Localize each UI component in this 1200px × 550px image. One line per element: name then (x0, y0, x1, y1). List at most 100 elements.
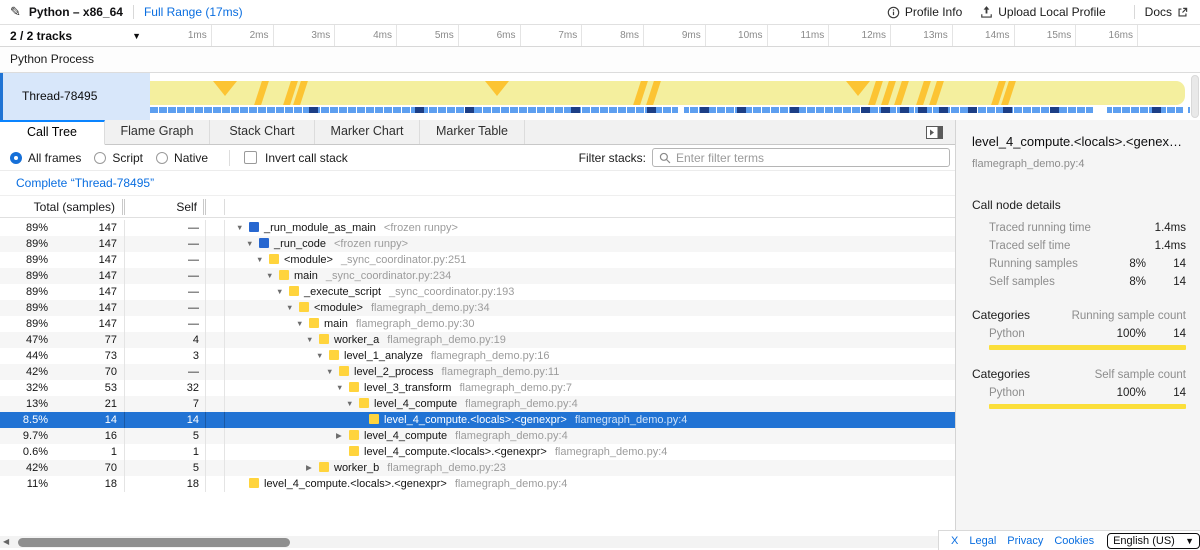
expander-icon[interactable]: ▶ (336, 428, 349, 444)
sidebar-toggle-button[interactable] (913, 120, 955, 144)
function-name: level_4_compute.<locals>.<genexpr> (384, 414, 567, 426)
table-row[interactable]: 89%147—▼<module>_sync_coordinator.py:251 (0, 252, 955, 268)
expander-icon[interactable]: ▼ (296, 316, 309, 332)
expander-icon[interactable]: ▼ (236, 220, 249, 236)
expander-icon[interactable]: ▶ (306, 460, 319, 476)
table-row[interactable]: 47%774▼worker_aflamegraph_demo.py:19 (0, 332, 955, 348)
table-row[interactable]: 8.5%1414level_4_compute.<locals>.<genexp… (0, 412, 955, 428)
sample-strip-dark-segment (1152, 107, 1161, 113)
table-row[interactable]: 42%705▶worker_bflamegraph_demo.py:23 (0, 460, 955, 476)
tracks-dropdown[interactable]: 2 / 2 tracks ▼ (0, 25, 150, 46)
detail-value: 14 (1146, 276, 1186, 288)
tab-bar-spacer (525, 120, 913, 144)
info-icon (887, 6, 900, 19)
expander-icon[interactable]: ▼ (266, 268, 279, 284)
process-track-row[interactable]: Python Process (0, 47, 1200, 73)
table-row[interactable]: 89%147—▼_execute_script_sync_coordinator… (0, 284, 955, 300)
expander-icon[interactable]: ▼ (336, 380, 349, 396)
cell-total-samples: 147 (48, 300, 125, 316)
sample-strip[interactable] (150, 107, 1190, 113)
sidebar-categories: CategoriesRunning sample countPython100%… (972, 308, 1186, 409)
footer-link-cookies[interactable]: Cookies (1054, 535, 1094, 547)
upload-profile-button[interactable]: Upload Local Profile (980, 5, 1105, 19)
python-frame-icon (309, 318, 319, 328)
column-header-self[interactable]: Self (125, 199, 206, 215)
table-row[interactable]: 11%1818level_4_compute.<locals>.<genexpr… (0, 476, 955, 492)
radio-option-all-frames[interactable]: All frames (10, 151, 81, 165)
cell-total-samples: 147 (48, 284, 125, 300)
footer-link-privacy[interactable]: Privacy (1007, 535, 1043, 547)
table-row[interactable]: 0.6%11level_4_compute.<locals>.<genexpr>… (0, 444, 955, 460)
scroll-left-arrow-icon[interactable]: ◀ (3, 536, 9, 548)
tab-call-tree[interactable]: Call Tree (0, 120, 105, 145)
column-header-total[interactable]: Total (samples) (0, 199, 125, 215)
table-row[interactable]: 89%147—▼_run_module_as_main<frozen runpy… (0, 220, 955, 236)
expander-icon[interactable]: ▼ (276, 284, 289, 300)
function-name: _execute_script (304, 286, 381, 298)
filter-search-input[interactable] (676, 151, 943, 165)
cell-self-samples: — (125, 284, 206, 300)
invert-call-stack-checkbox[interactable]: Invert call stack (244, 151, 348, 165)
cell-total-samples: 16 (48, 428, 125, 444)
cell-spacer (206, 364, 225, 380)
cell-total-samples: 1 (48, 444, 125, 460)
table-row[interactable]: 89%147—▼<module>flamegraph_demo.py:34 (0, 300, 955, 316)
cell-self-samples: — (125, 300, 206, 316)
tab-marker-table[interactable]: Marker Table (420, 120, 525, 144)
footer-bar: X Legal Privacy Cookies English (US) ▼ (938, 530, 1200, 550)
ruler-tick: 11ms (768, 25, 830, 46)
categories-label: Categories (972, 367, 1030, 381)
table-row[interactable]: 9.7%165▶level_4_computeflamegraph_demo.p… (0, 428, 955, 444)
process-label: Python Process (10, 52, 94, 66)
table-row[interactable]: 32%5332▼level_3_transformflamegraph_demo… (0, 380, 955, 396)
python-frame-icon (369, 414, 379, 424)
python-frame-icon (299, 302, 309, 312)
radio-option-native[interactable]: Native (156, 151, 208, 165)
table-row[interactable]: 44%733▼level_1_analyzeflamegraph_demo.py… (0, 348, 955, 364)
expander-icon[interactable]: ▼ (286, 300, 299, 316)
tab-list: Call TreeFlame GraphStack ChartMarker Ch… (0, 120, 525, 144)
language-select[interactable]: English (US) ▼ (1107, 533, 1200, 549)
table-row[interactable]: 89%147—▼mainflamegraph_demo.py:30 (0, 316, 955, 332)
scrollbar-thumb[interactable] (18, 538, 290, 547)
expander-icon[interactable]: ▼ (306, 332, 319, 348)
edit-pencil-icon[interactable]: ✎ (10, 4, 21, 20)
thread-track-label[interactable]: Thread-78495 (0, 73, 150, 120)
profile-info-button[interactable]: Profile Info (887, 5, 962, 19)
tab-stack-chart[interactable]: Stack Chart (210, 120, 315, 144)
native-frame-icon (249, 222, 259, 232)
thread-track-row: Thread-78495 (0, 73, 1200, 120)
activity-graph[interactable] (150, 81, 1185, 105)
expander-icon[interactable]: ▼ (346, 396, 359, 412)
sample-strip-dark-segment (968, 107, 977, 113)
footer-link-legal[interactable]: Legal (969, 535, 996, 547)
activity-mark (893, 81, 910, 105)
expander-icon[interactable]: ▼ (246, 236, 259, 252)
cell-function: ▶level_4_computeflamegraph_demo.py:4 (225, 428, 955, 444)
radio-option-script[interactable]: Script (94, 151, 143, 165)
expander-icon[interactable]: ▼ (256, 252, 269, 268)
full-range-link[interactable]: Full Range (17ms) (144, 5, 243, 19)
track-vertical-scrollbar[interactable] (1191, 75, 1199, 118)
table-row[interactable]: 89%147—▼_run_code<frozen runpy> (0, 236, 955, 252)
horizontal-scrollbar[interactable]: ◀ (0, 536, 938, 548)
docs-link[interactable]: Docs (1145, 5, 1188, 19)
cell-function: ▼worker_aflamegraph_demo.py:19 (225, 332, 955, 348)
table-row[interactable]: 89%147—▼main_sync_coordinator.py:234 (0, 268, 955, 284)
sidebar-detail-row: Traced self time1.4ms (972, 237, 1186, 255)
expander-icon[interactable]: ▼ (326, 364, 339, 380)
breadcrumb[interactable]: Complete “Thread-78495” (16, 176, 154, 190)
function-file: flamegraph_demo.py:4 (555, 446, 668, 458)
footer-link-x[interactable]: X (951, 535, 958, 547)
external-link-icon (1177, 7, 1188, 18)
cell-self-samples: 3 (125, 348, 206, 364)
tab-flame-graph[interactable]: Flame Graph (105, 120, 210, 144)
table-row[interactable]: 42%70—▼level_2_processflamegraph_demo.py… (0, 364, 955, 380)
breadcrumb-bar: Complete “Thread-78495” (0, 171, 955, 196)
tab-marker-chart[interactable]: Marker Chart (315, 120, 420, 144)
expander-icon[interactable]: ▼ (316, 348, 329, 364)
detail-value: 1.4ms (1100, 240, 1186, 252)
python-frame-icon (319, 462, 329, 472)
table-row[interactable]: 13%217▼level_4_computeflamegraph_demo.py… (0, 396, 955, 412)
cell-function: ▼mainflamegraph_demo.py:30 (225, 316, 955, 332)
